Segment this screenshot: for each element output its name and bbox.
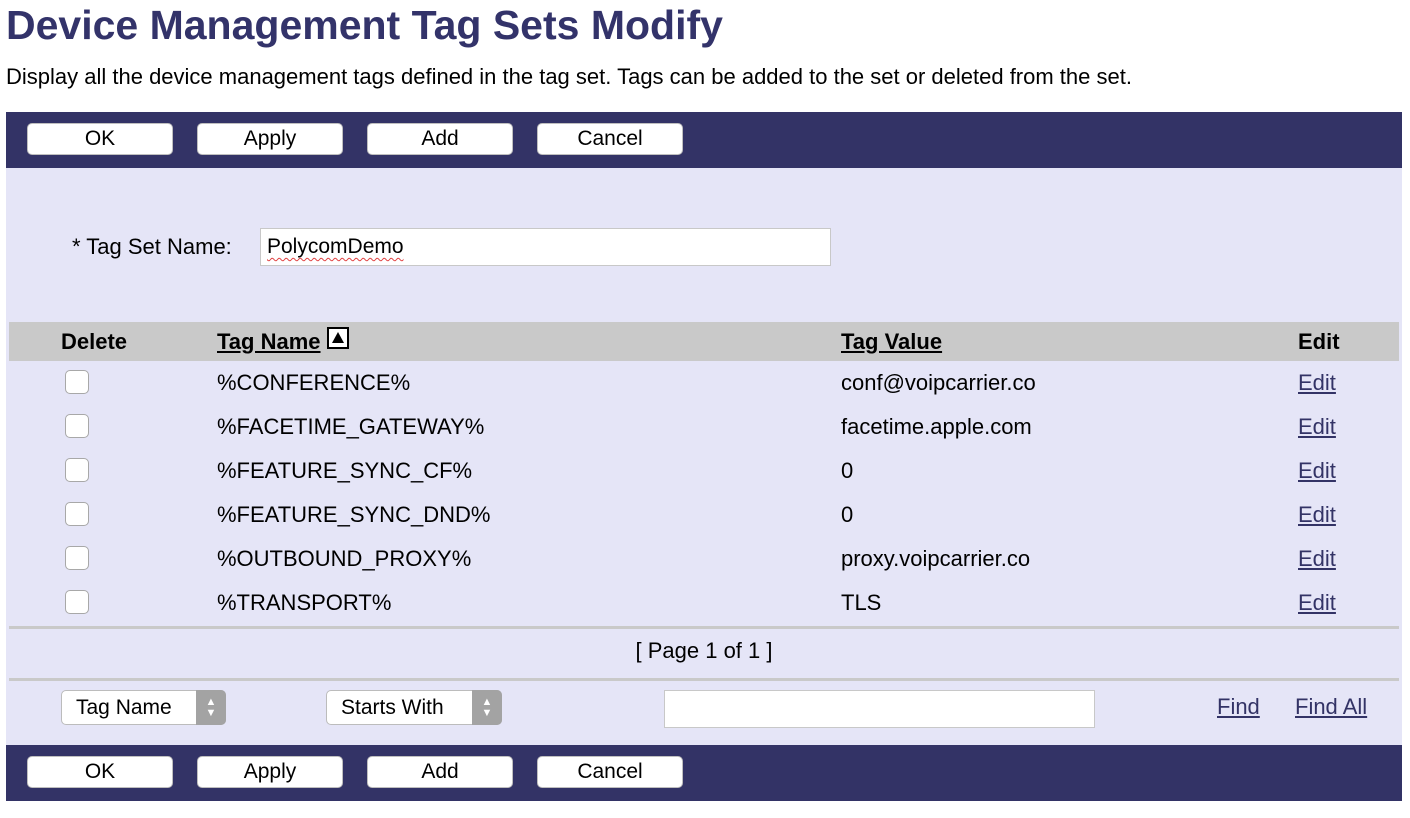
edit-link[interactable]: Edit [1298, 590, 1336, 616]
delete-checkbox[interactable] [65, 370, 89, 394]
search-bar-divider [9, 678, 1399, 681]
delete-checkbox[interactable] [65, 458, 89, 482]
sort-ascending-icon[interactable] [326, 326, 349, 349]
tag-value-cell: conf@voipcarrier.co [841, 370, 1036, 395]
tag-value-column-header[interactable]: Tag Value [841, 322, 942, 361]
tag-name-cell: %FEATURE_SYNC_CF% [217, 458, 473, 483]
page-title: Device Management Tag Sets Modify [6, 2, 723, 48]
search-field-select[interactable]: Tag Name ▲ ▼ [61, 690, 226, 725]
delete-checkbox[interactable] [65, 414, 89, 438]
tag-name-cell: %CONFERENCE% [217, 370, 411, 395]
main-panel: * Tag Set Name: PolycomDemo Delete Tag N… [6, 168, 1402, 745]
edit-link[interactable]: Edit [1298, 546, 1336, 572]
tag-name-column-header[interactable]: Tag Name [217, 322, 349, 361]
tag-name-cell: %TRANSPORT% [217, 590, 392, 615]
edit-link[interactable]: Edit [1298, 458, 1336, 484]
tag-name-sort-link[interactable]: Tag Name [217, 329, 321, 355]
tag-value-cell: 0 [841, 502, 854, 527]
tag-set-name-value: PolycomDemo [267, 235, 404, 258]
table-row: %OUTBOUND_PROXY% proxy.voipcarrier.co Ed… [9, 537, 1399, 581]
edit-link[interactable]: Edit [1298, 370, 1336, 396]
add-button[interactable]: Add [367, 756, 513, 788]
edit-link[interactable]: Edit [1298, 502, 1336, 528]
tag-value-cell: facetime.apple.com [841, 414, 1032, 439]
apply-button[interactable]: Apply [197, 756, 343, 788]
edit-column-header: Edit [1298, 328, 1340, 354]
find-all-link[interactable]: Find All [1295, 694, 1367, 720]
tag-set-name-label: * Tag Set Name: [72, 234, 232, 259]
search-field-value: Tag Name [76, 695, 172, 719]
edit-link[interactable]: Edit [1298, 414, 1336, 440]
delete-checkbox[interactable] [65, 546, 89, 570]
tag-value-cell: 0 [841, 458, 854, 483]
table-row: %FEATURE_SYNC_DND% 0 Edit [9, 493, 1399, 537]
find-link[interactable]: Find [1217, 694, 1260, 720]
delete-checkbox[interactable] [65, 502, 89, 526]
top-toolbar: OK Apply Add Cancel [6, 112, 1402, 168]
select-stepper-icon: ▲ ▼ [472, 690, 502, 725]
delete-checkbox[interactable] [65, 590, 89, 614]
tag-name-cell: %FACETIME_GATEWAY% [217, 414, 485, 439]
table-footer-divider [9, 626, 1399, 629]
tag-value-cell: proxy.voipcarrier.co [841, 546, 1031, 571]
table-row: %FEATURE_SYNC_CF% 0 Edit [9, 449, 1399, 493]
apply-button[interactable]: Apply [197, 123, 343, 155]
search-mode-select[interactable]: Starts With ▲ ▼ [326, 690, 502, 725]
bottom-toolbar: OK Apply Add Cancel [6, 745, 1402, 801]
search-input[interactable] [664, 690, 1095, 728]
delete-column-header: Delete [61, 328, 128, 354]
table-row: %FACETIME_GATEWAY% facetime.apple.com Ed… [9, 405, 1399, 449]
page-description: Display all the device management tags d… [6, 64, 1132, 89]
tag-value-cell: TLS [841, 590, 882, 615]
ok-button[interactable]: OK [27, 756, 173, 788]
search-mode-value: Starts With [341, 695, 444, 719]
cancel-button[interactable]: Cancel [537, 123, 683, 155]
table-row: %TRANSPORT% TLS Edit [9, 581, 1399, 625]
ok-button[interactable]: OK [27, 123, 173, 155]
select-stepper-icon: ▲ ▼ [196, 690, 226, 725]
pagination-status: [ Page 1 of 1 ] [635, 638, 773, 663]
tag-name-cell: %OUTBOUND_PROXY% [217, 546, 472, 571]
tag-name-cell: %FEATURE_SYNC_DND% [217, 502, 491, 527]
cancel-button[interactable]: Cancel [537, 756, 683, 788]
table-header: Delete Tag Name Tag Value Edit [9, 322, 1399, 361]
table-row: %CONFERENCE% conf@voipcarrier.co Edit [9, 361, 1399, 405]
add-button[interactable]: Add [367, 123, 513, 155]
tag-set-name-input[interactable]: PolycomDemo [260, 228, 831, 266]
